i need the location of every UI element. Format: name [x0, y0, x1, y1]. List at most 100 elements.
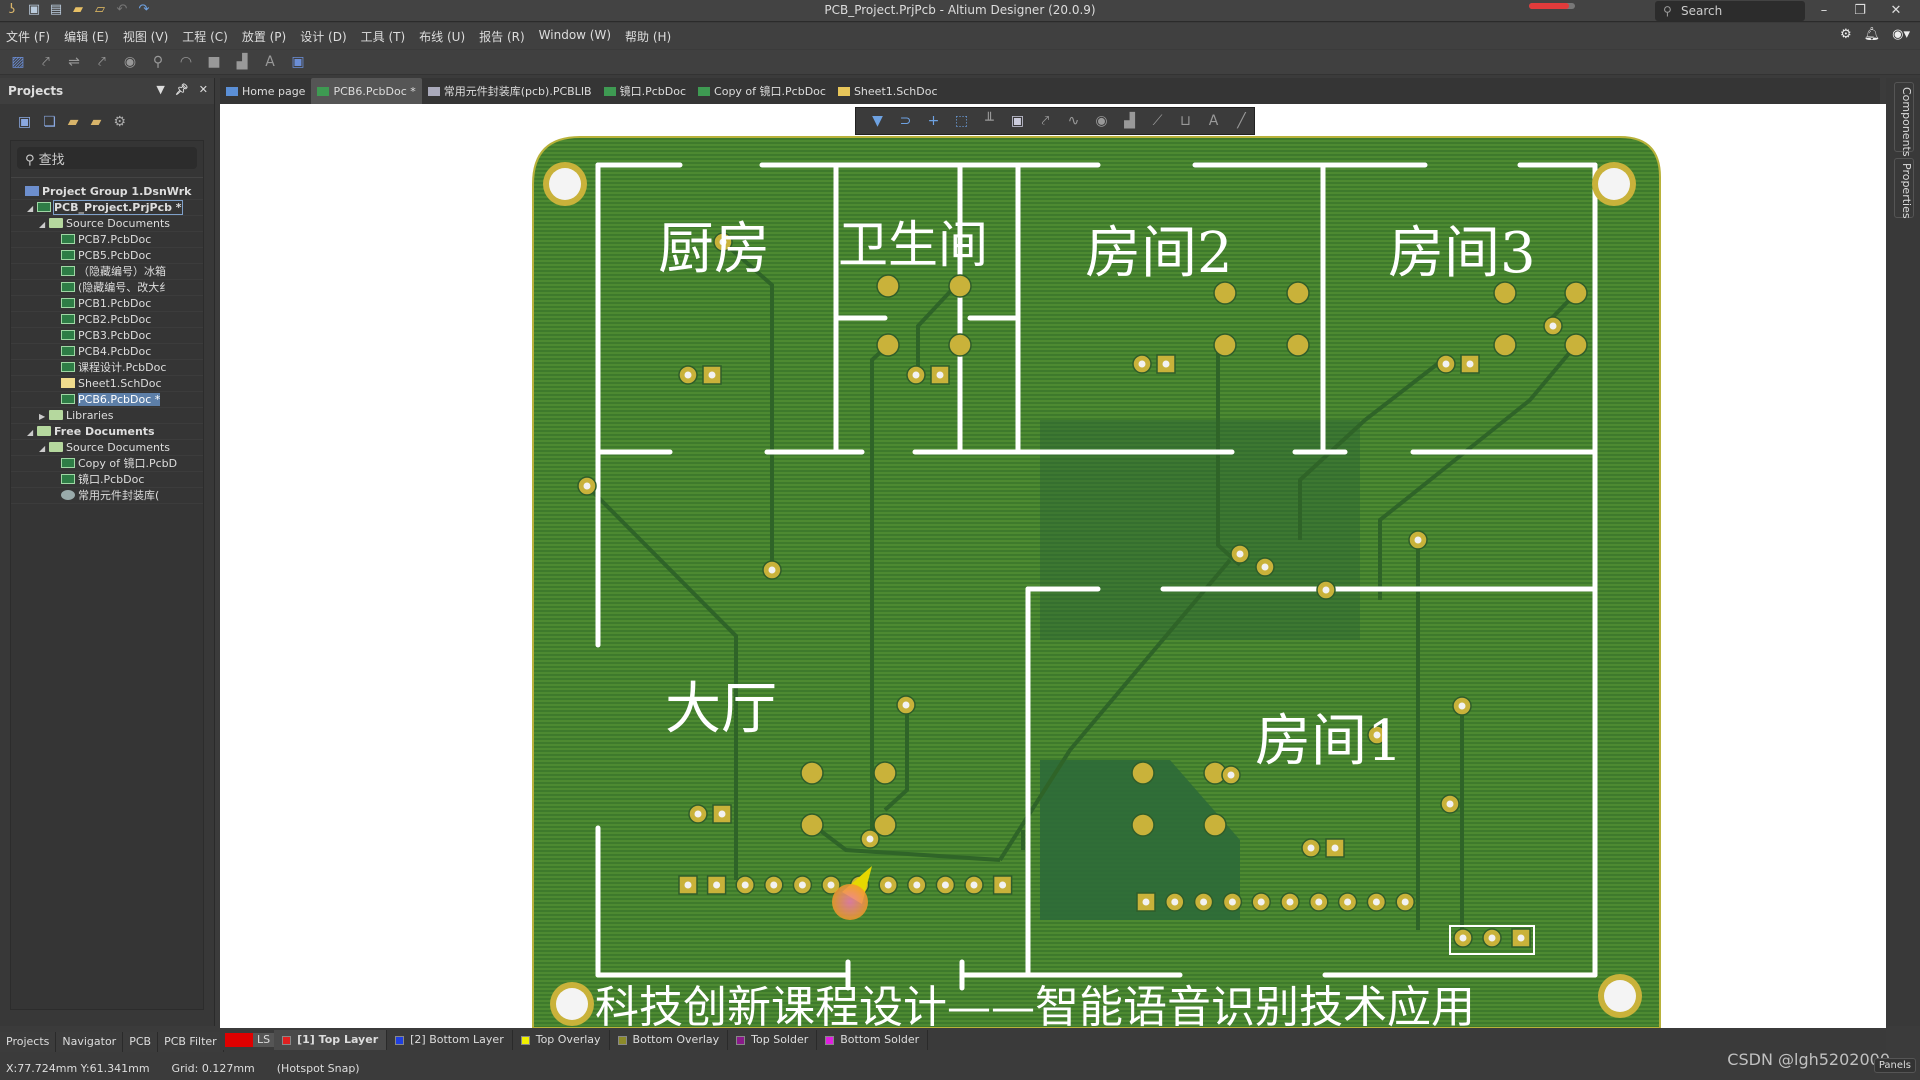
pad[interactable] [792, 875, 813, 895]
pad[interactable] [907, 875, 927, 895]
pcb-board[interactable]: 厨房 卫生间 房间2 房间3 大厅 房间1 科技创新课程设计——智能语音识别技术应用 [220, 104, 1886, 1033]
menu-item[interactable]: 工具 (T) [361, 28, 406, 45]
menu-item[interactable]: 视图 (V) [123, 28, 168, 45]
route-multiple-icon[interactable]: ⇌ [64, 53, 84, 71]
menu-item[interactable]: 布线 (U) [419, 28, 465, 45]
keepout-icon[interactable]: ⟋ [1148, 113, 1167, 129]
pcb-canvas[interactable]: 厨房 卫生间 房间2 房间3 大厅 房间1 科技创新课程设计——智能语音识别技术应用 [220, 104, 1886, 1033]
dimension-icon[interactable]: ⊔ [1176, 113, 1195, 129]
pad[interactable] [1136, 892, 1156, 912]
tree-item[interactable]: 镜口.PcbDoc [11, 472, 203, 488]
doc-tab[interactable]: 镜口.PcbDoc [598, 78, 692, 104]
pad[interactable] [1337, 892, 1358, 912]
component-icon[interactable]: ▣ [288, 53, 308, 71]
pad[interactable] [1482, 928, 1502, 948]
pad[interactable] [1453, 928, 1473, 948]
search-input[interactable]: ⚲ Search [1655, 1, 1805, 21]
properties-panel-tab[interactable]: Properties [1894, 158, 1914, 219]
pad[interactable] [1316, 580, 1336, 600]
diff-pair-icon[interactable]: ∿ [1064, 113, 1083, 129]
menu-item[interactable]: 文件 (F) [6, 28, 50, 45]
pad[interactable] [1280, 892, 1300, 912]
text-icon[interactable]: A [1204, 113, 1223, 129]
route-diff-pair-icon[interactable]: ⤤ [36, 53, 56, 71]
tree-item[interactable]: PCB3.PcbDoc [11, 328, 203, 344]
pad[interactable] [1286, 281, 1310, 305]
panel-settings-gear-icon[interactable]: ⚙ [113, 114, 126, 130]
layer-tab[interactable]: Top Solder [728, 1030, 818, 1050]
tree-item[interactable]: Sheet1.SchDoc [11, 376, 203, 392]
tree-item[interactable]: ◢ Source Documents [11, 216, 203, 232]
pad[interactable] [800, 761, 824, 785]
tree-item[interactable]: PCB2.PcbDoc [11, 312, 203, 328]
menu-item[interactable]: 工程 (C) [182, 28, 228, 45]
menu-item[interactable]: 编辑 (E) [64, 28, 109, 45]
arc-icon[interactable]: ◠ [176, 53, 196, 71]
pad[interactable] [860, 829, 880, 849]
polygon-icon[interactable]: ▟ [232, 53, 252, 71]
layer-set-color[interactable] [225, 1033, 253, 1047]
settings-gear-icon[interactable]: ⚙ [1840, 27, 1852, 42]
pad[interactable] [992, 875, 1013, 895]
panel-tab[interactable]: Projects [0, 1032, 57, 1052]
fill-icon[interactable]: ■ [204, 53, 224, 71]
pad[interactable] [896, 695, 916, 715]
pad[interactable] [1564, 281, 1588, 305]
pad[interactable] [1493, 333, 1517, 357]
pad[interactable] [964, 875, 984, 895]
layer-tab[interactable]: [1] Top Layer [274, 1030, 388, 1050]
tree-item[interactable]: ◢ PCB_Project.PrjPcb * [11, 200, 203, 216]
pad[interactable] [1460, 354, 1480, 374]
route-icon[interactable]: ⤤ [1036, 113, 1055, 129]
pad[interactable] [712, 804, 732, 824]
tree-item[interactable]: (隐藏编号、改大纟 [11, 280, 203, 296]
menu-item[interactable]: 放置 (P) [242, 28, 286, 45]
pad[interactable] [1131, 813, 1155, 837]
tree-item[interactable]: Copy of 镜口.PcbD [11, 456, 203, 472]
notifications-bell-icon[interactable]: 🔔︎ [1864, 27, 1881, 42]
tree-item[interactable]: （隐藏编号）冰箱 [11, 264, 203, 280]
tree-item[interactable]: Project Group 1.DsnWrk [11, 184, 203, 200]
pad[interactable] [678, 875, 698, 895]
pin-icon[interactable]: 📌︎ [175, 83, 189, 96]
pad-icon[interactable]: ⚲ [148, 53, 168, 71]
magnet-snap-icon[interactable]: ⊃ [896, 113, 915, 129]
pad[interactable] [1213, 333, 1237, 357]
pad[interactable] [1255, 557, 1275, 577]
pad[interactable] [1131, 761, 1155, 785]
pad[interactable] [577, 476, 597, 496]
layer-tab[interactable]: Bottom Solder [817, 1030, 929, 1050]
tree-item[interactable]: PCB5.PcbDoc [11, 248, 203, 264]
pad[interactable] [762, 560, 782, 580]
layer-tab[interactable]: [2] Bottom Layer [387, 1030, 513, 1050]
expand-toggle-icon[interactable]: ◢ [27, 425, 37, 439]
doc-tab[interactable]: Sheet1.SchDoc [832, 78, 944, 104]
tree-item[interactable]: 课程设计.PcbDoc [11, 360, 203, 376]
save-project-icon[interactable]: ▣ [18, 114, 31, 130]
tree-item[interactable]: ◢ Source Documents [11, 440, 203, 456]
pad[interactable] [1452, 696, 1472, 716]
pad[interactable] [1286, 333, 1310, 357]
line-icon[interactable]: ╱ [1232, 113, 1251, 129]
pad[interactable] [1221, 765, 1241, 785]
layer-tab[interactable]: Bottom Overlay [610, 1030, 729, 1050]
doc-tab[interactable]: Copy of 镜口.PcbDoc [692, 78, 832, 104]
pad[interactable] [948, 333, 972, 357]
route-icon[interactable]: ⤤ [92, 53, 112, 71]
pad[interactable] [948, 274, 972, 298]
pad[interactable] [906, 365, 926, 385]
pad[interactable] [930, 365, 950, 385]
expand-toggle-icon[interactable]: ◢ [27, 201, 37, 215]
align-icon[interactable]: ╨ [980, 113, 999, 129]
pad[interactable] [1193, 892, 1214, 912]
panel-tab[interactable]: Navigator [56, 1032, 124, 1052]
pad[interactable] [1132, 354, 1152, 374]
via-icon[interactable]: ◉ [120, 53, 140, 71]
pad[interactable] [876, 274, 900, 298]
pad[interactable] [1251, 892, 1271, 912]
select-rect-icon[interactable]: ⬚ [952, 113, 971, 129]
folder-settings-icon[interactable]: ▰ [91, 114, 102, 130]
pad[interactable] [1395, 892, 1415, 912]
pad[interactable] [1543, 316, 1563, 336]
tree-item[interactable]: 常用元件封装库( [11, 488, 203, 504]
